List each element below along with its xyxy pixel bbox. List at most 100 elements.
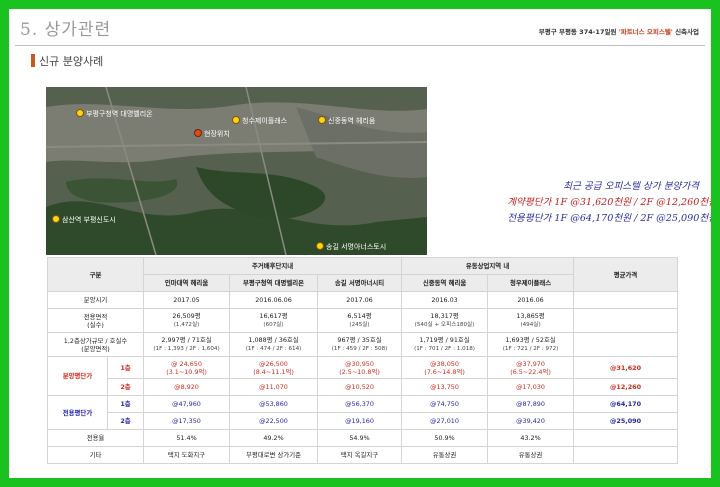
column-header: 부평구청역 대명벨리온: [229, 274, 319, 292]
header-rule: [15, 45, 705, 46]
table-cell: 2017.06: [317, 291, 403, 309]
project-suffix: 신축사업: [675, 28, 699, 36]
table-cell: 16,617평 (607실): [229, 308, 319, 333]
table-cell: 2016.03: [401, 291, 489, 309]
project-name: '파트너스 오피스텔': [618, 28, 673, 36]
exclusive-price-line: 전용평단가 1F @64,170천원 / 2F @25,090천원: [507, 213, 711, 224]
table-cell: 2016.06.06: [229, 291, 319, 309]
table-row: 2층 @8,920 @11,070 @10,520 @13,750 @17,03…: [48, 378, 679, 396]
table-cell: 54.9%: [317, 429, 403, 447]
table-cell: 1,088평 / 36호실 (1F : 474 / 2F : 614): [229, 332, 319, 357]
table-cell: 49.2%: [229, 429, 319, 447]
column-header: 신중동역 헤리움: [401, 274, 489, 292]
table-cell: @74,750: [401, 395, 489, 413]
table-cell: @ 24,650 (3.1~10.9억): [143, 356, 231, 379]
table-cell: @13,750: [401, 378, 489, 396]
slide: 5. 상가관련 부평구 부평동 374-17일원 '파트너스 오피스텔' 신축사…: [9, 9, 711, 478]
table-cell: 967평 / 35호실 (1F : 459 / 2F : 508): [317, 332, 403, 357]
table-cell: 6,514평 (245실): [317, 308, 403, 333]
table-row: 1,2층상가규모 / 호실수 (분양면적) 2,997평 / 71호실 (1F : …: [46, 332, 679, 357]
table-cell: 1,719평 / 91호실 (1F : 701 / 2F : 1,018): [401, 332, 489, 357]
table-row: 기타 택지 도화지구 부평대로변 상가기준 택지 옥길지구 유통상권 유통상권: [46, 446, 679, 464]
table-cell: @39,420: [487, 412, 575, 430]
marker-dot: [316, 242, 324, 250]
column-header: 청우제이플래스: [487, 274, 575, 292]
table-row: 분양평단가 1층 @ 24,650 (3.1~10.9억) @26,500 (8.4…: [47, 356, 679, 396]
subtitle: 신규 분양사례: [39, 55, 104, 68]
project-header: 부평구 부평동 374-17일원 '파트너스 오피스텔' 신축사업: [539, 26, 699, 36]
average-cell: @64,170: [573, 395, 679, 413]
map-label: 청수제이플래스: [232, 116, 287, 126]
site-marker-dot: [194, 129, 202, 137]
table-row: 전용율 51.4% 49.2% 54.9% 50.9% 43.2%: [46, 429, 679, 447]
table-cell: 택지 도화지구: [143, 446, 231, 464]
table-cell: @17,350: [143, 412, 231, 430]
project-location: 부평구 부평동 374-17일원: [538, 28, 617, 36]
table-cell: 2,997평 / 71호실 (1F : 1,393 / 2F : 1,604): [143, 332, 231, 357]
table-cell: @27,010: [401, 412, 489, 430]
table-row: 분양시기 2017.05 2016.06.06 2017.06 2016.03 …: [46, 291, 679, 309]
table-cell: [573, 308, 679, 333]
table-cell: @8,920: [143, 378, 231, 396]
table-cell: @30,950 (2.5~10.8억): [317, 356, 403, 379]
header-gubun: 구분: [46, 257, 145, 292]
table-cell: 51.4%: [143, 429, 231, 447]
table-cell: 18,317평 (540실 + 오피스180실): [401, 308, 489, 333]
row-label: 기타: [46, 446, 145, 464]
header-group-commercial: 유동상업지역 내: [401, 257, 575, 275]
table-cell: @87,890: [487, 395, 575, 413]
floor-label: 1층: [106, 395, 145, 413]
header-group-residential: 주거배후단지내: [143, 257, 403, 275]
column-header: 송길 서명아너시티: [317, 274, 403, 292]
table-cell: 부평대로변 상가기준: [229, 446, 319, 464]
subtitle-bar: [31, 54, 35, 67]
table-cell: [573, 429, 679, 447]
table-cell: 43.2%: [487, 429, 575, 447]
row-label: 분양시기: [46, 291, 145, 309]
table-cell: @10,520: [317, 378, 403, 396]
table-cell: 유통상권: [401, 446, 489, 464]
marker-dot: [52, 215, 60, 223]
map-label: 삼산역 부평신도시: [52, 215, 116, 225]
table-row: 전용평단가 1층 @47,960 @53,860 @56,370 @74,750…: [47, 395, 679, 430]
map-label: 부평구청역 대명벨리온: [76, 109, 153, 119]
row-label: 1,2층상가규모 / 호실수 (분양면적): [46, 332, 145, 357]
table-cell: 13,865평 (494실): [487, 308, 575, 333]
marker-dot: [318, 116, 326, 124]
table-cell: 26,509평 (1,472실): [143, 308, 231, 333]
table-cell: @17,030: [487, 378, 575, 396]
table-cell: [573, 291, 679, 309]
floor-label: 2층: [106, 412, 145, 430]
row-label-exclusive-price: 전용평단가: [47, 395, 108, 430]
table-cell: 1,693평 / 52호실 (1F : 721 / 2F : 972): [487, 332, 575, 357]
table-cell: 50.9%: [401, 429, 489, 447]
table-cell: @47,960: [143, 395, 231, 413]
marker-dot: [232, 116, 240, 124]
average-cell: @12,260: [573, 378, 679, 396]
table-cell: @22,500: [229, 412, 319, 430]
table-cell: 유통상권: [487, 446, 575, 464]
section-title: 5. 상가관련: [20, 20, 112, 40]
sales-comparison-table: 구분 주거배후단지내 유동상업지역 내 평균가격 인마대역 헤리움 부평구청역 …: [46, 257, 679, 464]
table-cell: @38,050 (7.6~14.8억): [401, 356, 489, 379]
floor-label: 2층: [106, 378, 145, 396]
table-cell: 2016.06: [487, 291, 575, 309]
average-cell: @25,090: [573, 412, 679, 430]
table-row: 전용면적 (실수) 26,509평 (1,472실) 16,617평 (607실) 6…: [46, 308, 679, 333]
floor-label: 1층: [106, 356, 145, 379]
map-label: 현장위치: [194, 129, 230, 139]
row-label: 전용율: [46, 429, 145, 447]
row-label-sale-price: 분양평단가: [47, 356, 108, 396]
contract-price-line: 계약평단가 1F @31,620천원 / 2F @12,260천원: [507, 197, 711, 208]
table-cell: [573, 446, 679, 464]
table-cell: @56,370: [317, 395, 403, 413]
table-cell: @11,070: [229, 378, 319, 396]
marker-dot: [76, 109, 84, 117]
map-label: 신중동역 헤리움: [318, 116, 375, 126]
table-cell: [573, 332, 679, 357]
price-summary-title: 최근 공급 오피스텔 상가 분양가격: [563, 181, 699, 192]
column-header: 인마대역 헤리움: [143, 274, 231, 292]
table-cell: 택지 옥길지구: [317, 446, 403, 464]
table-cell: @26,500 (8.4~11.1억): [229, 356, 319, 379]
map-label: 송길 서명아너스토시: [316, 242, 386, 252]
